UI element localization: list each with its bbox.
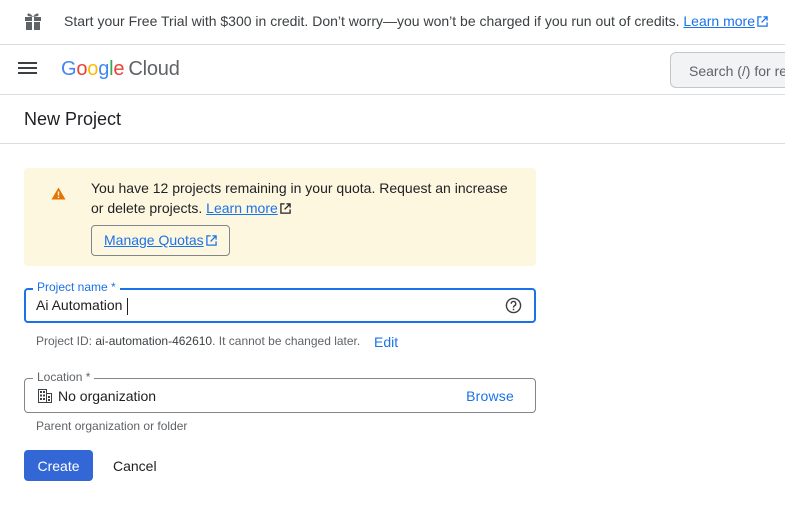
free-trial-banner: Start your Free Trial with $300 in credi… [0,0,785,45]
top-app-bar: Google Cloud Search (/) for re [0,45,785,95]
external-link-icon [280,199,291,219]
logo-letter: o [87,58,99,80]
logo-letter: G [61,58,77,80]
banner-text: Start your Free Trial with $300 in credi… [64,13,768,30]
quota-message: You have 12 projects remaining in your q… [91,180,508,216]
location-value: No organization [58,388,157,404]
warning-icon [51,187,66,205]
project-id-prefix: Project ID: [36,334,96,348]
project-id-hint: Project ID: ai-automation-462610. It can… [36,334,360,348]
logo-letter: g [98,58,110,80]
location-helper-text: Parent organization or folder [36,419,188,433]
create-button[interactable]: Create [24,450,93,481]
help-circle-icon[interactable] [505,297,522,319]
search-input[interactable]: Search (/) for re [670,52,785,88]
logo-letter: e [113,58,125,80]
project-name-label: Project name * [33,280,120,294]
quota-learn-more-link[interactable]: Learn more [206,200,278,216]
logo-google-wordmark: Google [61,58,125,80]
banner-learn-more-link[interactable]: Learn more [683,13,755,29]
page-title: New Project [24,109,122,129]
logo-letter: o [76,58,88,80]
edit-project-id-link[interactable]: Edit [374,334,398,350]
project-id-suffix: . It cannot be changed later. [212,334,361,348]
project-id-value: ai-automation-462610 [95,334,213,348]
quota-notice-text: You have 12 projects remaining in your q… [91,178,521,219]
external-link-icon [205,227,217,256]
logo-cloud-wordmark: Cloud [128,58,180,80]
building-icon [38,389,52,408]
quota-notice: You have 12 projects remaining in your q… [24,168,536,266]
external-link-icon [757,14,768,30]
text-cursor [127,298,128,315]
gift-icon [24,11,42,36]
page-header: New Project [0,95,785,144]
google-cloud-logo[interactable]: Google Cloud [61,58,180,81]
manage-quotas-button[interactable]: Manage Quotas [91,225,230,256]
location-field[interactable]: Location * No organization Browse [24,370,536,413]
project-name-field[interactable]: Project name * [24,280,536,323]
browse-button[interactable]: Browse [466,388,514,404]
project-name-input[interactable] [36,297,476,313]
cancel-button[interactable]: Cancel [113,458,157,474]
manage-quotas-label: Manage Quotas [104,232,204,248]
hamburger-menu-icon[interactable] [18,60,38,81]
banner-message: Start your Free Trial with $300 in credi… [64,13,684,29]
search-placeholder: Search (/) for re [689,63,785,79]
location-label: Location * [33,370,95,384]
